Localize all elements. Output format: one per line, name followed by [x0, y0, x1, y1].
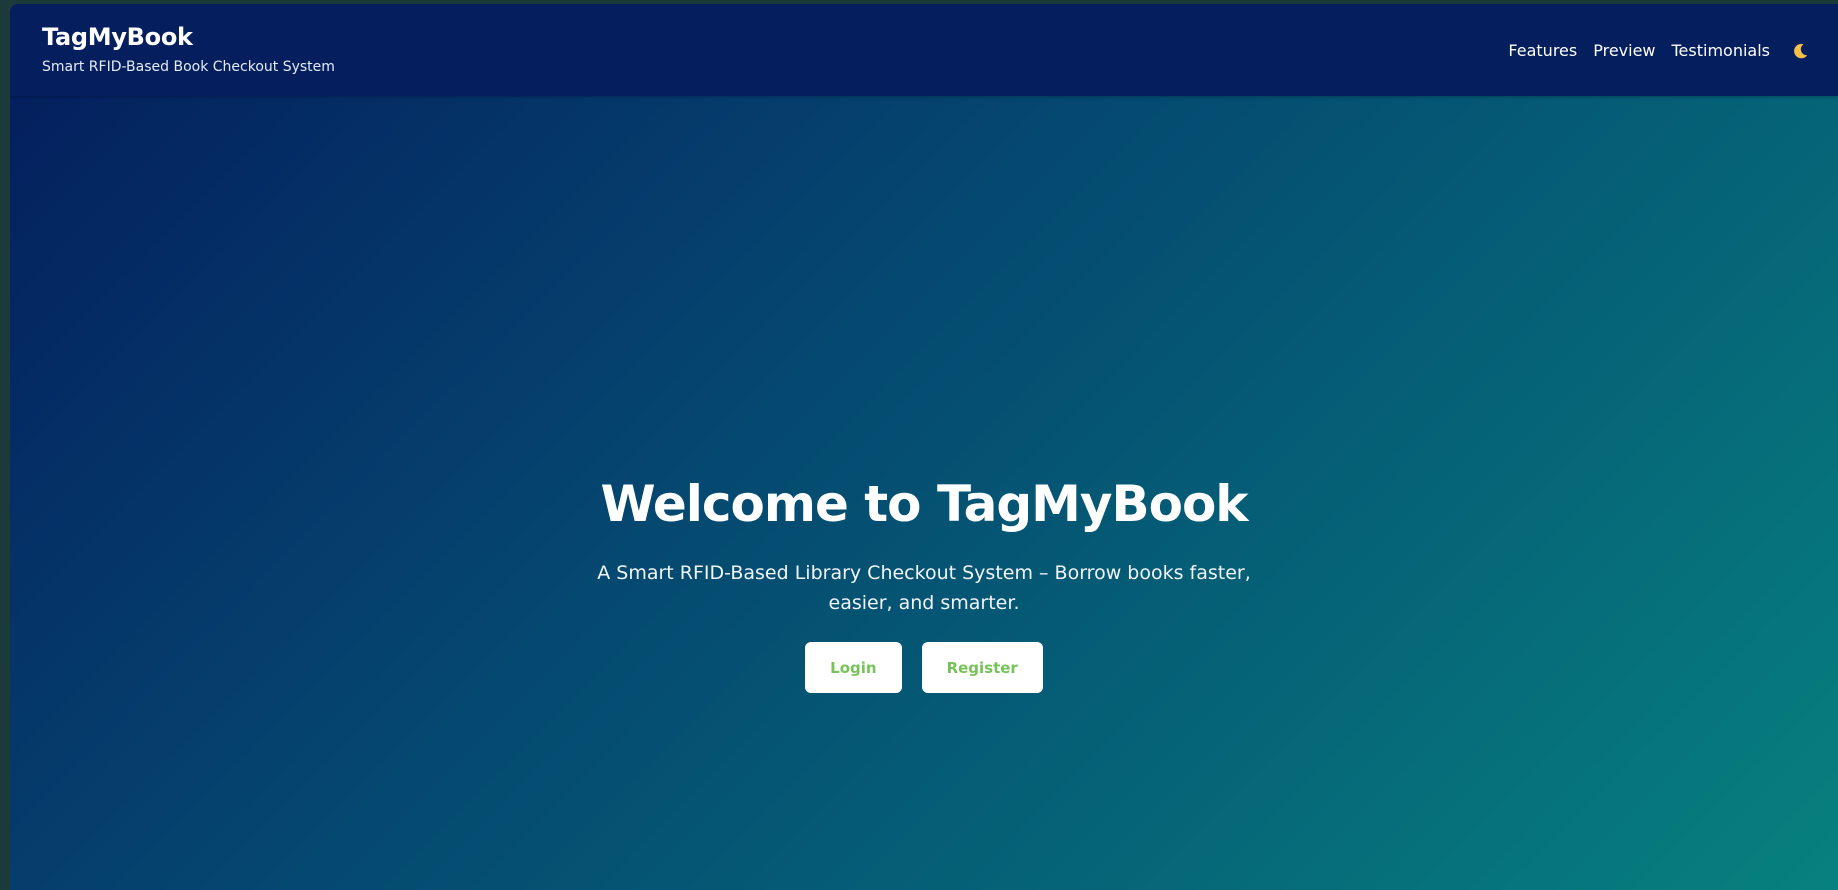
hero-actions: Login Register [10, 642, 1838, 693]
navbar: TagMyBook Smart RFID-Based Book Checkout… [10, 4, 1838, 96]
nav-link-preview[interactable]: Preview [1593, 41, 1655, 61]
hero-subtitle: A Smart RFID-Based Library Checkout Syst… [597, 562, 1251, 614]
nav-links: Features Preview Testimonials [1492, 41, 1810, 61]
brand-tagline: Smart RFID-Based Book Checkout System [42, 59, 335, 75]
register-button[interactable]: Register [921, 642, 1043, 693]
nav-link-features[interactable]: Features [1508, 41, 1577, 61]
hero-title: Welcome to TagMyBook [600, 475, 1248, 533]
moon-icon[interactable] [1790, 41, 1810, 61]
brand-name[interactable]: TagMyBook [42, 22, 335, 52]
brand: TagMyBook Smart RFID-Based Book Checkout… [42, 22, 335, 76]
nav-link-testimonials[interactable]: Testimonials [1672, 41, 1771, 61]
browser-viewport: TagMyBook Smart RFID-Based Book Checkout… [10, 4, 1838, 890]
hero-section: Welcome to TagMyBook A Smart RFID-Based … [10, 474, 1838, 693]
login-button[interactable]: Login [805, 642, 902, 693]
